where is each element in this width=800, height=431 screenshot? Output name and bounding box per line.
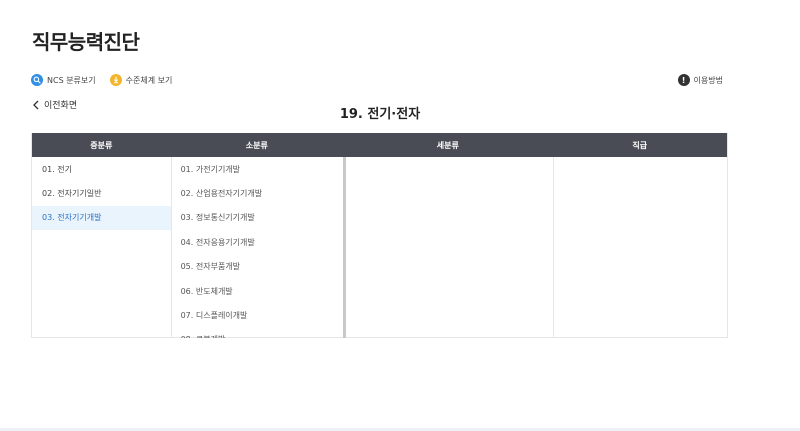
list-item[interactable]: 02. 산업용전자기기개발 — [172, 181, 344, 205]
header-middle-category: 중분류 — [90, 140, 113, 150]
header-sub-category: 소분류 — [245, 140, 268, 150]
list-item[interactable]: 07. 디스플레이개발 — [172, 303, 344, 327]
scrollbar-thumb[interactable] — [343, 157, 346, 227]
list-item[interactable]: 03. 정보통신기기개발 — [172, 206, 344, 230]
ncs-classification-label: NCS 분류보기 — [47, 75, 96, 85]
detail-category-list — [343, 157, 552, 338]
list-item-selected[interactable]: 03. 전자기기개발 — [32, 205, 171, 231]
classification-grid: 중분류 소분류 세분류 직급 01. 전기 02. 전자기기일반 03. 전자기… — [31, 133, 728, 338]
list-item[interactable]: 05. 전자부품개발 — [172, 255, 344, 279]
level-system-link[interactable]: 수준체계 보기 — [109, 74, 173, 86]
list-item[interactable]: 08. 로봇개발 — [172, 328, 344, 338]
usage-guide-link[interactable]: ! 이용방법 — [677, 74, 723, 86]
header-rank: 직급 — [632, 140, 648, 150]
rank-list — [552, 157, 728, 338]
toolbar: NCS 분류보기 수준체계 보기 — [31, 74, 186, 86]
list-item[interactable]: 01. 가전기기개발 — [172, 157, 344, 181]
list-item[interactable]: 06. 반도체개발 — [172, 279, 344, 303]
list-item[interactable]: 02. 전자기기일반 — [32, 181, 171, 205]
list-item[interactable]: 04. 전자응용기기개발 — [172, 230, 344, 254]
middle-category-list: 01. 전기 02. 전자기기일반 03. 전자기기개발 — [32, 157, 171, 338]
page-title: 직무능력진단 — [32, 30, 140, 54]
ncs-classification-link[interactable]: NCS 분류보기 — [31, 74, 96, 86]
exclamation-icon: ! — [677, 74, 690, 86]
sub-category-list: 01. 가전기기개발 02. 산업용전자기기개발 03. 정보통신기기개발 04… — [170, 157, 344, 338]
search-icon — [31, 74, 43, 86]
list-item[interactable]: 01. 전기 — [32, 157, 171, 181]
section-title: 19. 전기·전자 — [339, 107, 421, 122]
usage-guide-label: 이용방법 — [693, 75, 723, 85]
level-system-label: 수준체계 보기 — [125, 75, 173, 85]
grid-header: 중분류 소분류 세분류 직급 — [32, 133, 727, 157]
header-detail-category: 세분류 — [436, 140, 459, 150]
download-icon — [109, 74, 122, 86]
